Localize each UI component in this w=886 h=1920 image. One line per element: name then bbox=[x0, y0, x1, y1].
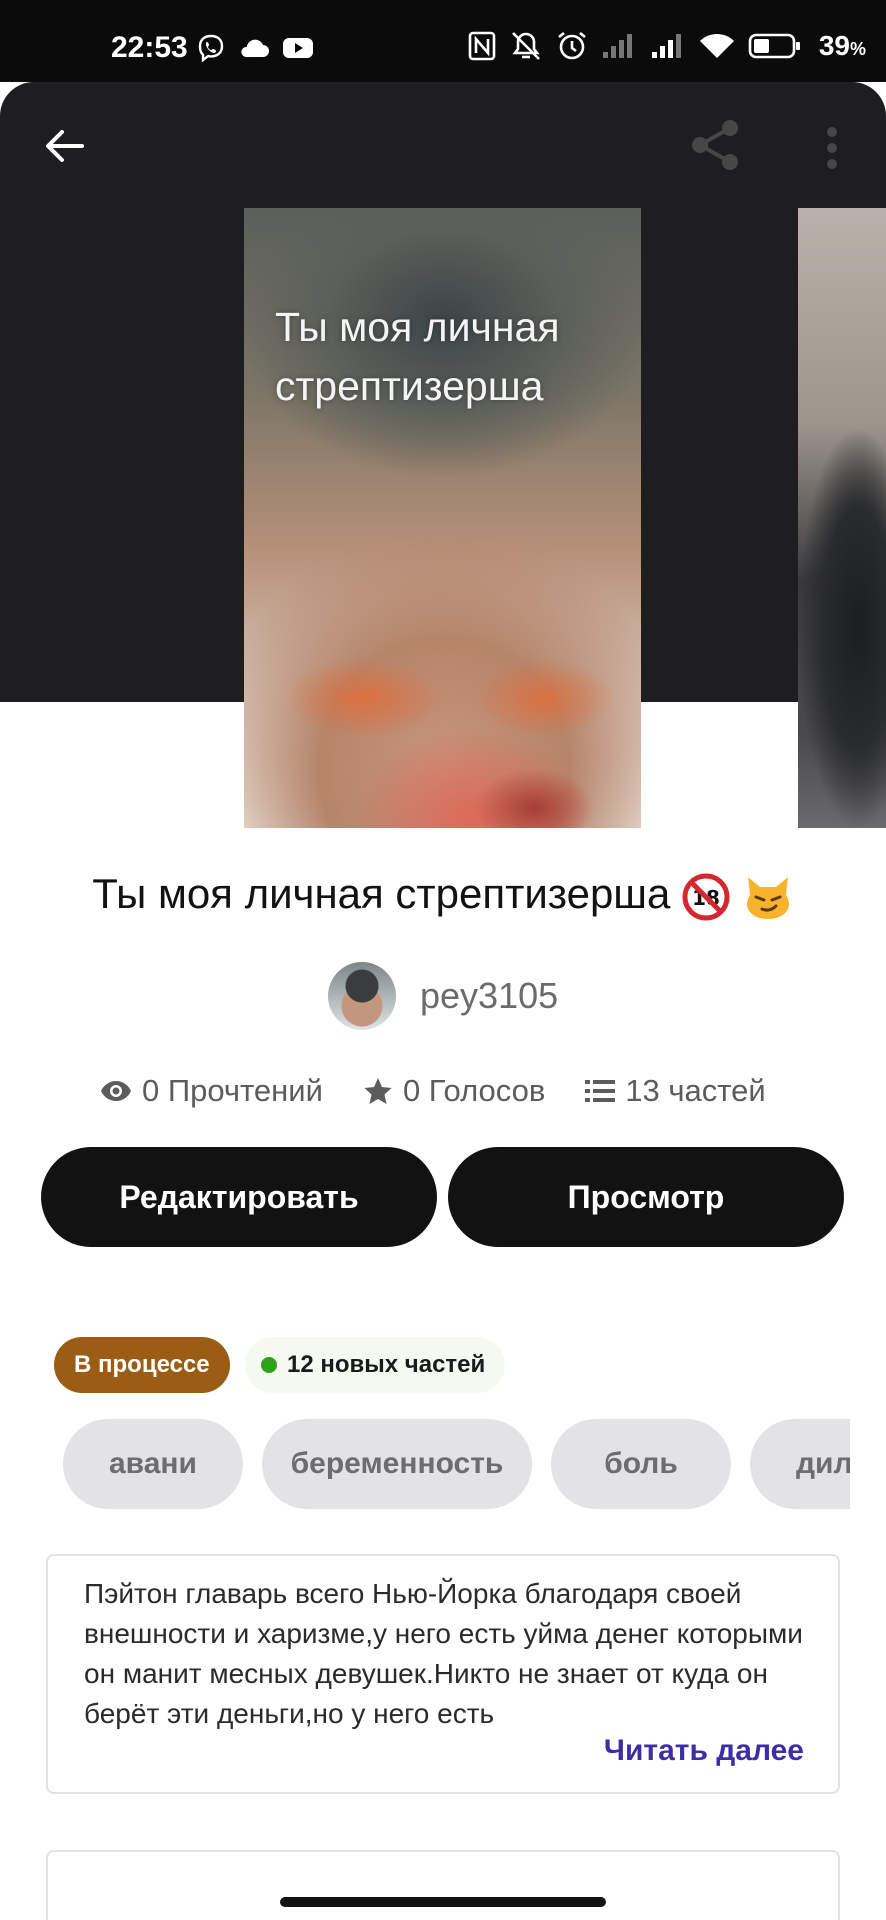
story-stats: 0 Прочтений 0 Голосов 13 частей bbox=[100, 1073, 766, 1109]
alarm-icon bbox=[558, 31, 586, 60]
nfc-icon bbox=[468, 31, 496, 61]
story-details-screen: 22:53 39% Ты моя личная стрептизерша Ты … bbox=[0, 0, 886, 1920]
story-title: Ты моя личная стрептизерша 18 bbox=[0, 870, 886, 921]
next-section-card bbox=[46, 1850, 840, 1920]
mute-icon bbox=[511, 32, 540, 60]
signal-weak-icon bbox=[602, 34, 632, 58]
arrow-left-icon bbox=[46, 130, 84, 162]
share-icon bbox=[692, 120, 738, 170]
back-button[interactable] bbox=[36, 118, 92, 174]
viber-icon bbox=[198, 34, 224, 63]
tag-chip[interactable]: беременность bbox=[262, 1419, 532, 1509]
more-vertical-icon bbox=[827, 127, 837, 169]
parts-count: 13 частей bbox=[625, 1073, 766, 1108]
author-name[interactable]: pey3105 bbox=[420, 975, 558, 1017]
votes-stat: 0 Голосов bbox=[363, 1073, 545, 1109]
system-icons: 39% bbox=[468, 30, 866, 62]
battery-level: 39% bbox=[818, 30, 866, 61]
parts-stat[interactable]: 13 частей bbox=[585, 1073, 766, 1109]
reads-count: 0 Прочтений bbox=[142, 1073, 323, 1108]
read-more-link[interactable]: Читать далее bbox=[604, 1734, 804, 1768]
signal-icon bbox=[651, 34, 681, 58]
status-bar: 22:53 39% bbox=[0, 0, 886, 82]
author-row[interactable]: pey3105 bbox=[328, 962, 558, 1030]
list-icon bbox=[585, 1080, 616, 1102]
new-parts-label: 12 новых частей bbox=[287, 1351, 486, 1378]
avatar[interactable] bbox=[328, 962, 396, 1030]
notification-icons bbox=[196, 33, 314, 63]
description-card: Пэйтон главарь всего Нью-Йорка благодаря… bbox=[46, 1554, 840, 1794]
youtube-icon bbox=[283, 38, 313, 58]
smirking-cat-icon bbox=[746, 876, 789, 919]
votes-count: 0 Голосов bbox=[402, 1073, 546, 1108]
more-options-button[interactable] bbox=[822, 124, 842, 172]
cloud-icon bbox=[241, 39, 269, 57]
tag-chip[interactable]: дил bbox=[750, 1419, 850, 1509]
green-dot-icon bbox=[261, 1357, 277, 1373]
next-story-cover[interactable] bbox=[798, 208, 886, 828]
home-indicator[interactable] bbox=[280, 1897, 606, 1907]
description-text: Пэйтон главарь всего Нью-Йорка благодаря… bbox=[84, 1578, 803, 1729]
tag-chip[interactable]: авани bbox=[63, 1419, 243, 1509]
preview-button[interactable]: Просмотр bbox=[448, 1147, 844, 1247]
edit-button[interactable]: Редактировать bbox=[41, 1147, 437, 1247]
tag-chip[interactable]: боль bbox=[551, 1419, 731, 1509]
eye-icon bbox=[101, 1081, 131, 1101]
battery-icon bbox=[748, 33, 800, 59]
status-time: 22:53 bbox=[111, 31, 188, 64]
tags-row[interactable]: авани беременность боль дил bbox=[0, 1419, 850, 1511]
cover-text: Ты моя личная стрептизерша bbox=[275, 304, 560, 409]
story-title-text: Ты моя личная стрептизерша bbox=[92, 870, 671, 917]
adult-only-icon: 18 bbox=[682, 873, 730, 921]
star-icon bbox=[364, 1078, 392, 1104]
wifi-icon bbox=[699, 33, 734, 58]
status-badge: В процессе bbox=[54, 1337, 230, 1393]
share-button[interactable] bbox=[686, 116, 744, 174]
new-parts-badge: 12 новых частей bbox=[245, 1337, 506, 1393]
reads-stat: 0 Прочтений bbox=[100, 1073, 323, 1109]
